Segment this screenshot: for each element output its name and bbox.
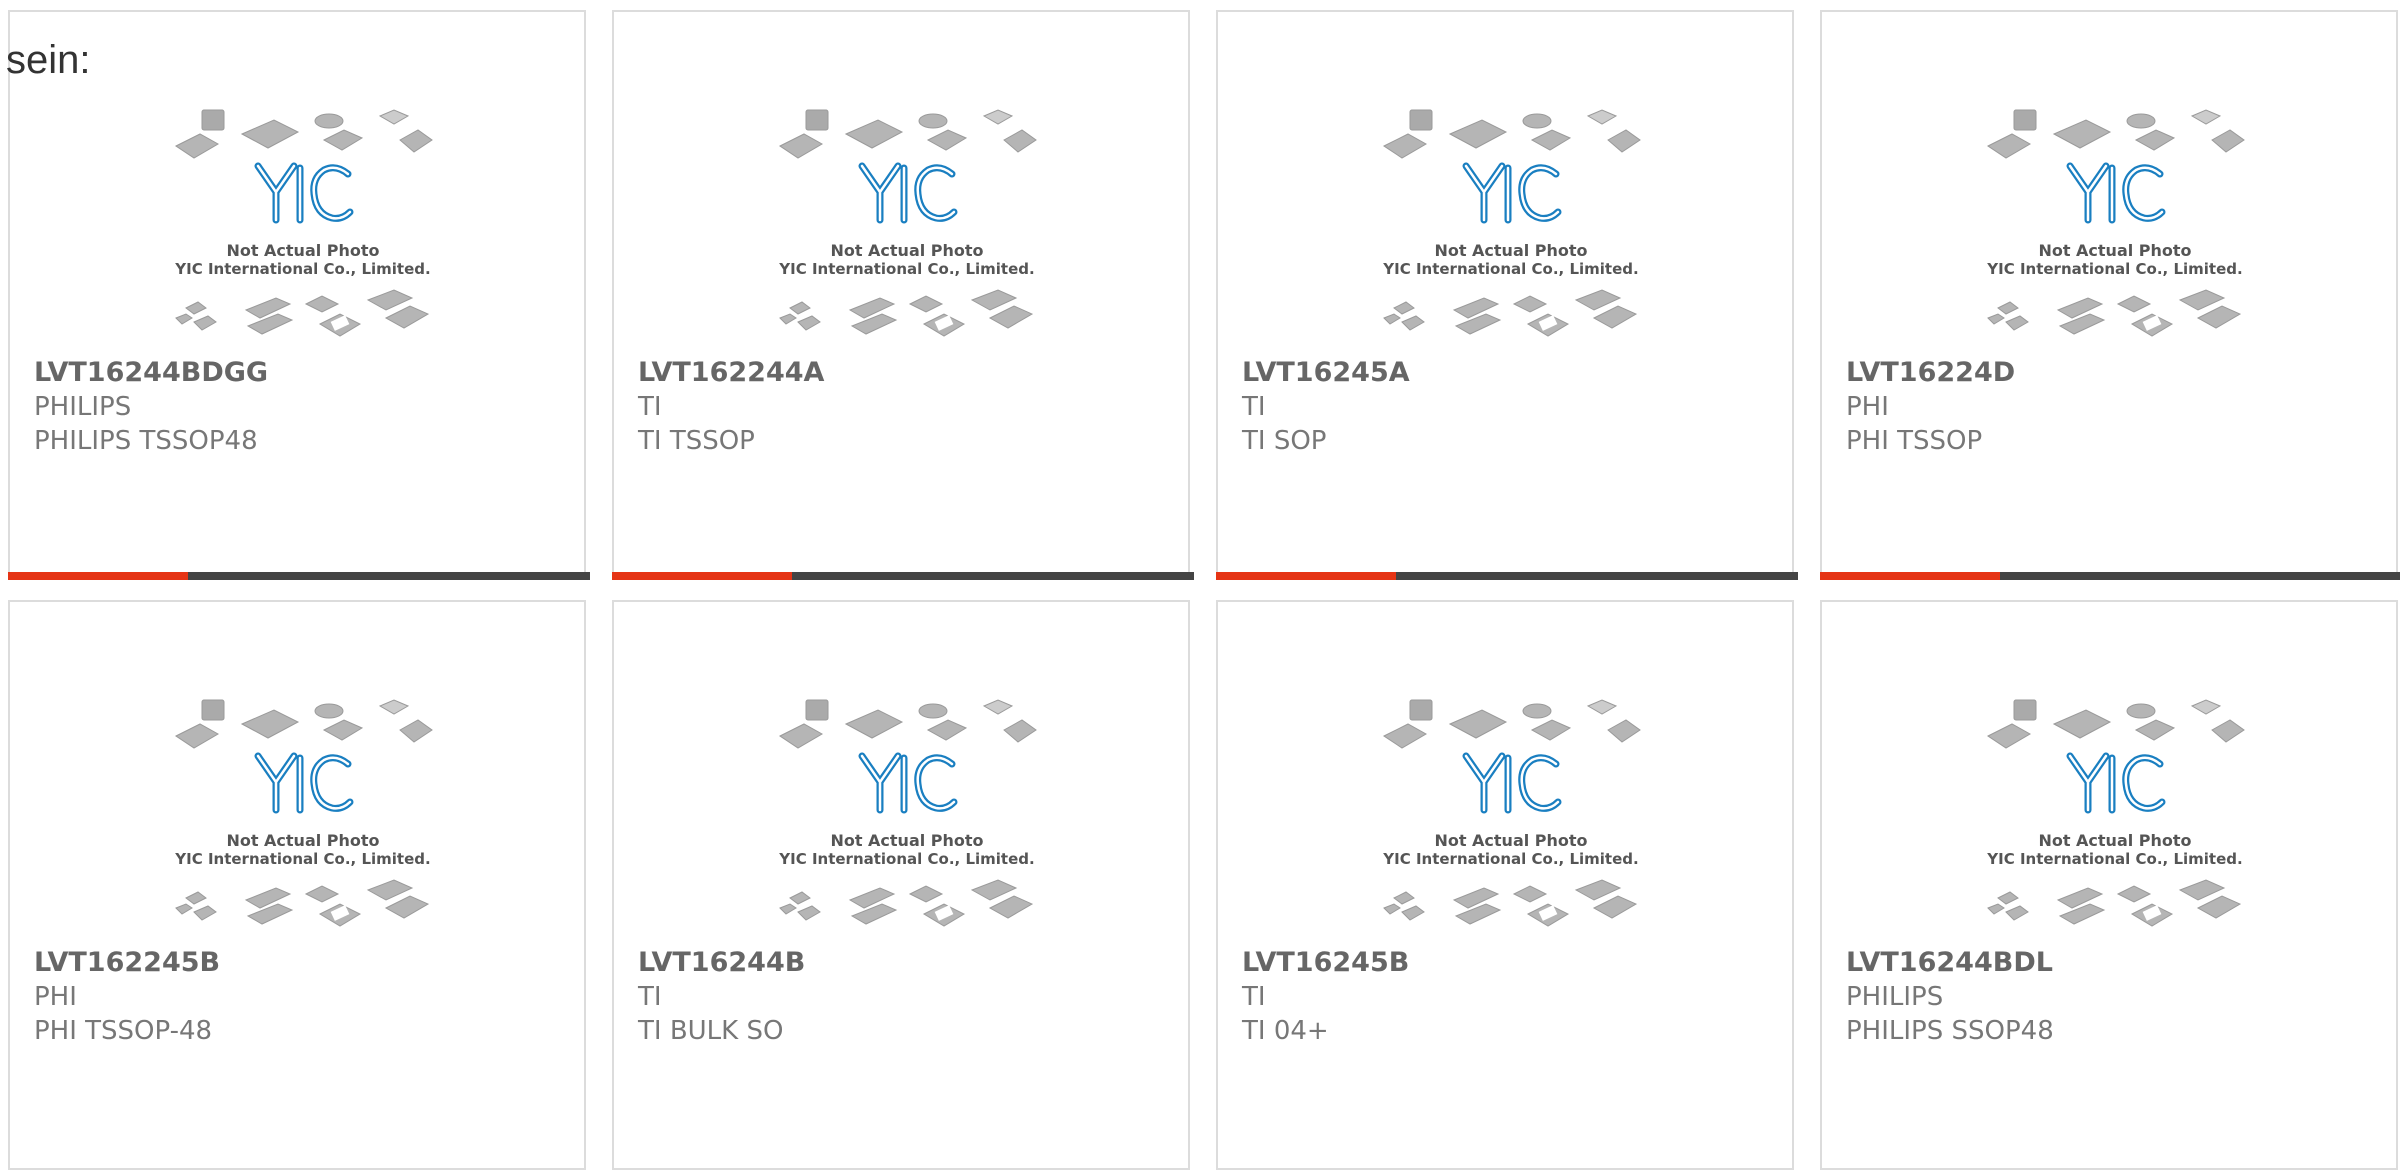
package: PHILIPS TSSOP48 (34, 426, 258, 456)
package: TI SOP (1242, 426, 1327, 456)
company-name-text: YIC International Co., Limited. (174, 260, 430, 278)
product-image-placeholder[interactable]: Not Actual Photo YIC International Co., … (172, 104, 434, 350)
part-number[interactable]: LVT16245B (1242, 946, 1782, 980)
product-info: LVT16244BDL PHILIPS PHILIPS SSOP48 (1846, 946, 2386, 1048)
not-actual-photo-text: Not Actual Photo (830, 241, 983, 260)
product-info: LVT16245B TI TI 04+ (1242, 946, 1782, 1048)
progress-bar (1216, 572, 1798, 580)
progress-bar (612, 572, 1194, 580)
product-info: LVT16245A TI TI SOP (1242, 356, 1782, 458)
manufacturer: PHILIPS (34, 392, 132, 422)
company-name-text: YIC International Co., Limited. (1986, 850, 2242, 868)
package: TI BULK SO (638, 1016, 784, 1046)
package: PHILIPS SSOP48 (1846, 1016, 2054, 1046)
intro-text: sein: (6, 38, 91, 82)
product-card[interactable]: Not Actual Photo YIC International Co., … (1216, 10, 1798, 580)
part-number[interactable]: LVT162245B (34, 946, 574, 980)
not-actual-photo-text: Not Actual Photo (2038, 241, 2191, 260)
product-card[interactable]: Not Actual Photo YIC International Co., … (8, 10, 590, 580)
package: PHI TSSOP (1846, 426, 1983, 456)
not-actual-photo-text: Not Actual Photo (830, 831, 983, 850)
not-actual-photo-text: Not Actual Photo (226, 831, 379, 850)
product-image-placeholder[interactable]: Not Actual Photo YIC International Co., … (1984, 694, 2246, 940)
product-card[interactable]: Not Actual Photo YIC International Co., … (1820, 10, 2400, 580)
part-number[interactable]: LVT162244A (638, 356, 1178, 390)
product-card[interactable]: Not Actual Photo YIC International Co., … (1216, 600, 1794, 1170)
product-image-placeholder[interactable]: Not Actual Photo YIC International Co., … (776, 694, 1038, 940)
not-actual-photo-text: Not Actual Photo (226, 241, 379, 260)
progress-bar-fill (8, 572, 189, 580)
product-image-placeholder[interactable]: Not Actual Photo YIC International Co., … (172, 694, 434, 940)
package: PHI TSSOP-48 (34, 1016, 213, 1046)
company-name-text: YIC International Co., Limited. (1382, 260, 1638, 278)
product-card[interactable]: Not Actual Photo YIC International Co., … (1820, 600, 2398, 1170)
progress-bar-fill (1820, 572, 2001, 580)
product-card[interactable]: Not Actual Photo YIC International Co., … (612, 600, 1190, 1170)
product-info: LVT16224D PHI PHI TSSOP (1846, 356, 2386, 458)
manufacturer: PHI (34, 982, 77, 1012)
product-info: LVT16244B TI TI BULK SO (638, 946, 1178, 1048)
part-number[interactable]: LVT16244BDL (1846, 946, 2386, 980)
progress-bar-fill (612, 572, 793, 580)
not-actual-photo-text: Not Actual Photo (1434, 241, 1587, 260)
progress-bar (1820, 572, 2400, 580)
not-actual-photo-text: Not Actual Photo (1434, 831, 1587, 850)
product-image-placeholder[interactable]: Not Actual Photo YIC International Co., … (1380, 694, 1642, 940)
manufacturer: TI (638, 392, 662, 422)
manufacturer: TI (638, 982, 662, 1012)
part-number[interactable]: LVT16245A (1242, 356, 1782, 390)
product-image-placeholder[interactable]: Not Actual Photo YIC International Co., … (776, 104, 1038, 350)
product-grid: Not Actual Photo YIC International Co., … (0, 0, 2400, 1170)
part-number[interactable]: LVT16244B (638, 946, 1178, 980)
company-name-text: YIC International Co., Limited. (778, 260, 1034, 278)
manufacturer: TI (1242, 392, 1266, 422)
company-name-text: YIC International Co., Limited. (174, 850, 430, 868)
manufacturer: TI (1242, 982, 1266, 1012)
product-image-placeholder[interactable]: Not Actual Photo YIC International Co., … (1380, 104, 1642, 350)
part-number[interactable]: LVT16244BDGG (34, 356, 574, 390)
company-name-text: YIC International Co., Limited. (778, 850, 1034, 868)
company-name-text: YIC International Co., Limited. (1382, 850, 1638, 868)
product-card[interactable]: Not Actual Photo YIC International Co., … (612, 10, 1194, 580)
progress-bar-fill (1216, 572, 1397, 580)
package: TI TSSOP (638, 426, 755, 456)
manufacturer: PHILIPS (1846, 982, 1944, 1012)
company-name-text: YIC International Co., Limited. (1986, 260, 2242, 278)
not-actual-photo-text: Not Actual Photo (2038, 831, 2191, 850)
product-info: LVT16244BDGG PHILIPS PHILIPS TSSOP48 (34, 356, 574, 458)
product-image-placeholder[interactable]: Not Actual Photo YIC International Co., … (1984, 104, 2246, 350)
manufacturer: PHI (1846, 392, 1889, 422)
product-info: LVT162244A TI TI TSSOP (638, 356, 1178, 458)
part-number[interactable]: LVT16224D (1846, 356, 2386, 390)
progress-bar (8, 572, 590, 580)
product-card[interactable]: Not Actual Photo YIC International Co., … (8, 600, 586, 1170)
package: TI 04+ (1242, 1016, 1329, 1046)
product-info: LVT162245B PHI PHI TSSOP-48 (34, 946, 574, 1048)
